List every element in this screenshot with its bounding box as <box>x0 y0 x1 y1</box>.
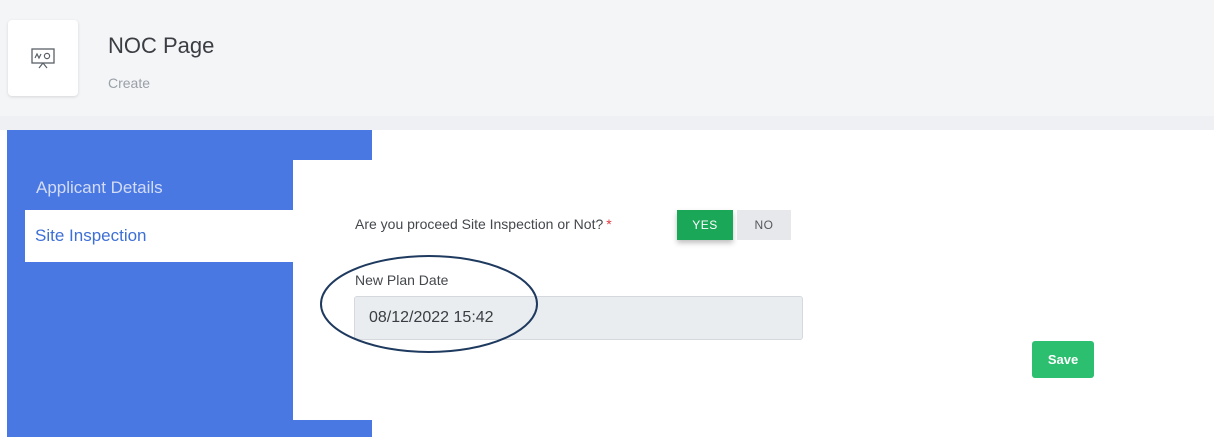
form-panel <box>293 160 1214 420</box>
tab-site-inspection-label: Site Inspection <box>35 226 147 245</box>
page-subtitle: Create <box>108 75 151 91</box>
presentation-board-icon <box>31 48 55 69</box>
question-text: Are you proceed Site Inspection or Not? <box>355 216 604 232</box>
site-inspection-question: Are you proceed Site Inspection or Not? * <box>355 216 612 232</box>
page-icon-card <box>8 20 78 96</box>
header-divider <box>0 116 1214 130</box>
required-marker: * <box>606 216 612 232</box>
new-plan-date-label: New Plan Date <box>355 272 449 288</box>
page-title: NOC Page <box>108 33 215 58</box>
new-plan-date-input[interactable] <box>354 296 803 340</box>
yes-toggle-button[interactable]: YES <box>677 210 733 240</box>
save-button[interactable]: Save <box>1032 341 1094 378</box>
tab-site-inspection[interactable]: Site Inspection <box>25 210 293 262</box>
tab-applicant-details[interactable]: Applicant Details <box>36 178 163 198</box>
no-toggle-button[interactable]: NO <box>737 210 791 240</box>
